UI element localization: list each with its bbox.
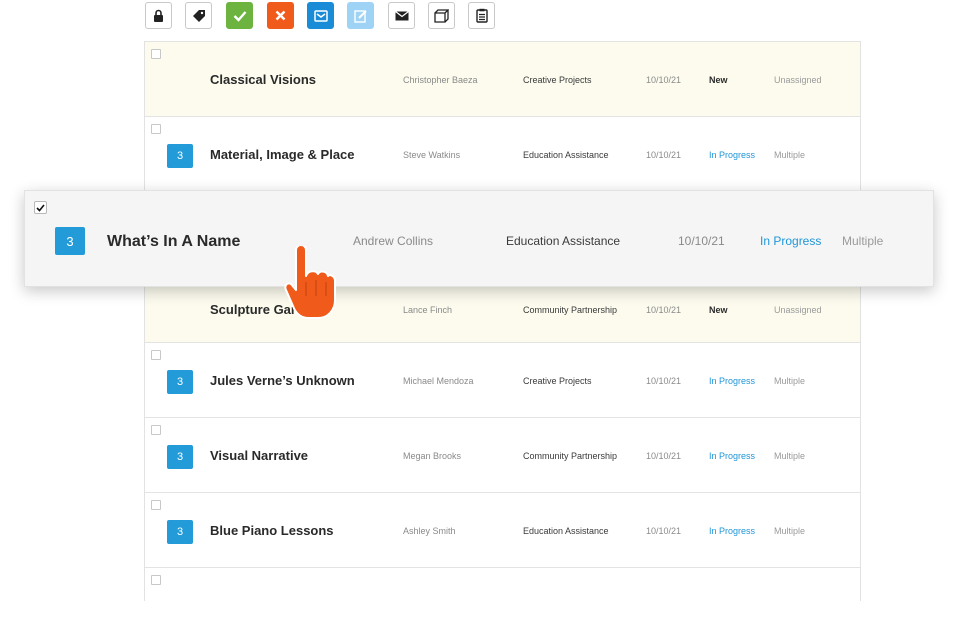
edit-icon — [353, 9, 367, 23]
item-date: 10/10/21 — [646, 526, 682, 536]
item-title: Blue Piano Lessons — [210, 523, 334, 538]
item-category: Community Partnership — [523, 451, 618, 461]
list-item[interactable]: 3 Visual Narrative Megan Brooks Communit… — [145, 417, 860, 492]
item-author: Michael Mendoza — [403, 376, 474, 386]
count-badge: 3 — [167, 144, 193, 168]
item-category: Education Assistance — [523, 526, 609, 536]
row-checkbox[interactable] — [151, 124, 161, 134]
count-badge: 3 — [167, 520, 193, 544]
item-category: Creative Projects — [523, 376, 592, 386]
grab-hand-cursor-icon — [284, 246, 336, 319]
tag-icon — [192, 9, 205, 22]
item-title: Visual Narrative — [210, 448, 309, 463]
list-item[interactable]: 3 Blue Piano Lessons Ashley Smith Educat… — [145, 492, 860, 567]
count-badge: 3 — [55, 227, 85, 255]
approve-button[interactable] — [226, 2, 253, 29]
item-assignee: Multiple — [842, 234, 884, 248]
item-category: Education Assistance — [506, 234, 621, 248]
item-author: Andrew Collins — [353, 234, 434, 248]
lock-button[interactable] — [145, 2, 172, 29]
envelope-open-icon — [313, 9, 328, 22]
item-date: 10/10/21 — [646, 451, 682, 461]
message-button[interactable] — [388, 2, 415, 29]
item-assignee: Multiple — [774, 526, 806, 536]
checkmark-icon — [36, 203, 45, 212]
clipboard-icon — [475, 8, 488, 23]
status-badge: In Progress — [709, 376, 756, 386]
checkmark-icon — [233, 10, 246, 22]
row-checkbox[interactable] — [151, 350, 161, 360]
row-checkbox[interactable] — [151, 575, 161, 585]
row-checkbox-checked[interactable] — [34, 201, 47, 214]
item-date: 10/10/21 — [678, 234, 725, 248]
item-title: Jules Verne’s Unknown — [210, 373, 355, 388]
item-date: 10/10/21 — [646, 75, 682, 85]
reject-button[interactable] — [267, 2, 294, 29]
item-author: Steve Watkins — [403, 150, 461, 160]
status-badge: In Progress — [709, 150, 756, 160]
list-item[interactable]: 3 Material, Image & Place Steve Watkins … — [145, 116, 860, 191]
box-icon — [434, 8, 449, 23]
dragged-list-item[interactable]: 3 What’s In A Name Andrew Collins Educat… — [24, 190, 934, 287]
tag-button[interactable] — [185, 2, 212, 29]
notes-button[interactable] — [468, 2, 495, 29]
item-assignee: Multiple — [774, 376, 806, 386]
list-item[interactable] — [145, 567, 860, 642]
envelope-icon — [394, 10, 409, 20]
close-icon — [275, 10, 286, 21]
row-checkbox[interactable] — [151, 500, 161, 510]
submission-list: Classical Visions Christopher Baeza Crea… — [144, 41, 861, 642]
item-title: Classical Visions — [210, 72, 316, 87]
item-author: Christopher Baeza — [403, 75, 478, 85]
edit-button[interactable] — [347, 2, 374, 29]
row-checkbox[interactable] — [151, 425, 161, 435]
item-category: Education Assistance — [523, 150, 609, 160]
count-badge: 3 — [167, 370, 193, 394]
count-badge: 3 — [167, 445, 193, 469]
item-assignee: Unassigned — [774, 75, 822, 85]
status-badge: New — [709, 75, 728, 85]
open-message-button[interactable] — [307, 2, 334, 29]
item-assignee: Multiple — [774, 150, 806, 160]
item-date: 10/10/21 — [646, 376, 682, 386]
lock-icon — [154, 9, 163, 22]
item-author: Megan Brooks — [403, 451, 462, 461]
item-date: 10/10/21 — [646, 150, 682, 160]
row-checkbox[interactable] — [151, 49, 161, 59]
status-badge: In Progress — [709, 526, 756, 536]
item-assignee: Multiple — [774, 451, 806, 461]
item-title: What’s In A Name — [107, 233, 241, 250]
status-badge: In Progress — [709, 451, 756, 461]
item-title: Material, Image & Place — [210, 147, 355, 162]
status-badge: In Progress — [760, 234, 822, 248]
list-item[interactable]: Classical Visions Christopher Baeza Crea… — [145, 41, 860, 116]
item-author: Ashley Smith — [403, 526, 456, 536]
list-item[interactable]: 3 Jules Verne’s Unknown Michael Mendoza … — [145, 342, 860, 417]
archive-button[interactable] — [428, 2, 455, 29]
item-category: Creative Projects — [523, 75, 592, 85]
